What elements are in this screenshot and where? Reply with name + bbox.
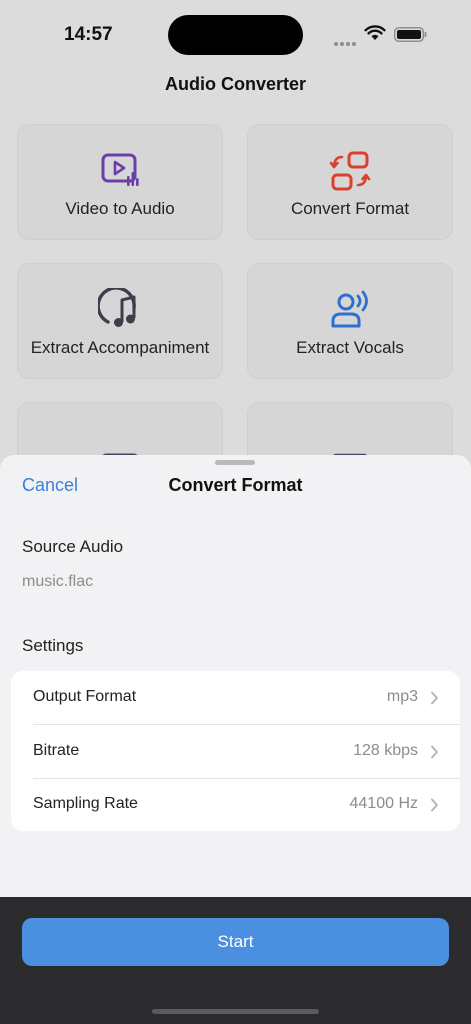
home-indicator: [152, 1009, 319, 1014]
setting-sampling-rate[interactable]: Sampling Rate 44100 Hz: [11, 778, 460, 831]
tool-video-to-audio[interactable]: Video to Audio: [17, 124, 223, 240]
setting-value: 44100 Hz: [349, 795, 419, 812]
setting-label: Bitrate: [33, 742, 80, 759]
app-title: Audio Converter: [164, 74, 306, 94]
bottom-bar: Start: [0, 897, 471, 1024]
start-button[interactable]: Start: [22, 918, 449, 966]
status-bar: 14:57: [0, 0, 471, 70]
convert-format-icon: [329, 151, 371, 191]
tool-label: Convert Format: [290, 199, 410, 218]
settings-list: Output Format mp3 Bitrate 128 kbps Sampl…: [11, 671, 460, 831]
chevron-right-icon: [431, 691, 438, 705]
vocals-icon: [331, 290, 368, 328]
tool-convert-format[interactable]: Convert Format: [247, 124, 453, 240]
tool-label: Video to Audio: [65, 199, 175, 218]
settings-header: Settings: [22, 636, 84, 655]
source-file-name: music.flac: [22, 573, 94, 590]
setting-label: Sampling Rate: [33, 795, 138, 812]
dynamic-island: [168, 15, 303, 55]
setting-value: mp3: [386, 688, 418, 705]
cellular-signal-icon: [334, 33, 358, 46]
tool-extract-vocals[interactable]: Extract Vocals: [247, 263, 453, 379]
source-audio-header: Source Audio: [22, 537, 124, 556]
tool-label: Extract Vocals: [296, 338, 404, 357]
wifi-icon: [364, 25, 386, 40]
tool-label: Extract Accompaniment: [30, 338, 210, 357]
sheet-grabber[interactable]: [215, 460, 255, 465]
setting-output-format[interactable]: Output Format mp3: [11, 671, 460, 724]
cancel-button[interactable]: Cancel: [22, 475, 78, 496]
status-time: 14:57: [64, 24, 113, 45]
tool-extract-accompaniment[interactable]: Extract Accompaniment: [17, 263, 223, 379]
chevron-right-icon: [431, 745, 438, 759]
chevron-right-icon: [431, 798, 438, 812]
setting-label: Output Format: [33, 688, 137, 705]
convert-format-sheet: Cancel Convert Format Source Audio music…: [0, 455, 471, 897]
setting-value: 128 kbps: [353, 742, 418, 759]
battery-icon: [394, 27, 427, 42]
video-to-audio-icon: [101, 153, 139, 186]
setting-bitrate[interactable]: Bitrate 128 kbps: [11, 725, 460, 778]
music-note-icon: [98, 288, 136, 327]
